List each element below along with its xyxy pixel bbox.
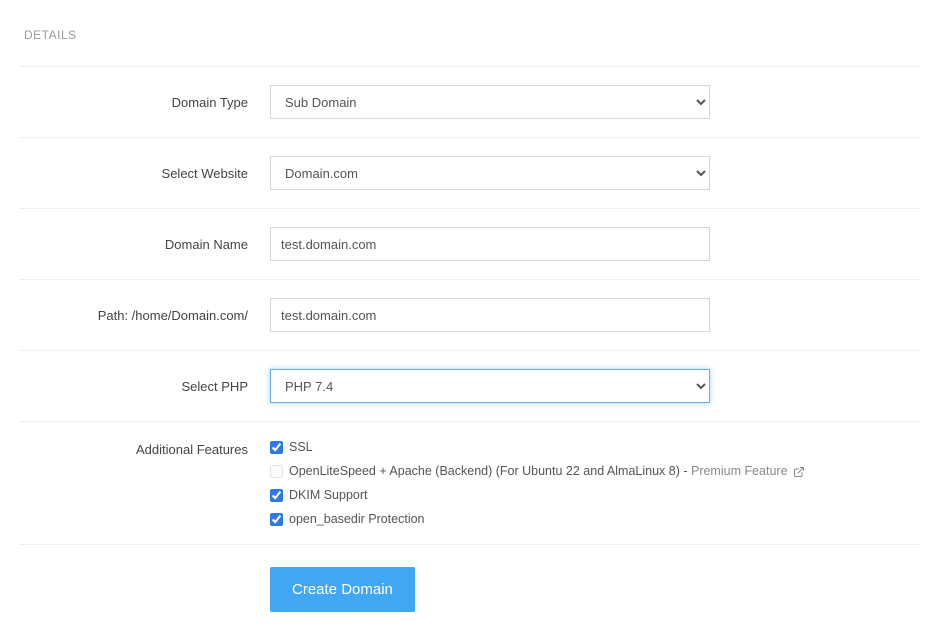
premium-feature-link[interactable]: Premium Feature xyxy=(691,464,805,478)
open-basedir-label: open_basedir Protection xyxy=(289,512,425,526)
select-website-label: Select Website xyxy=(20,166,270,181)
dkim-label: DKIM Support xyxy=(289,488,368,502)
panel-title: DETAILS xyxy=(20,10,920,66)
additional-features-label: Additional Features xyxy=(20,440,270,457)
external-link-icon xyxy=(793,466,805,478)
domain-type-label: Domain Type xyxy=(20,95,270,110)
path-label: Path: /home/Domain.com/ xyxy=(20,308,270,323)
select-php-select[interactable]: PHP 7.4 xyxy=(270,369,710,403)
ols-apache-label: OpenLiteSpeed + Apache (Backend) (For Ub… xyxy=(289,464,691,478)
ssl-checkbox[interactable] xyxy=(270,441,283,454)
ssl-label: SSL xyxy=(289,440,313,454)
select-php-label: Select PHP xyxy=(20,379,270,394)
domain-name-label: Domain Name xyxy=(20,237,270,252)
domain-type-select[interactable]: Sub Domain xyxy=(270,85,710,119)
select-website-select[interactable]: Domain.com xyxy=(270,156,710,190)
create-domain-button[interactable]: Create Domain xyxy=(270,567,415,612)
dkim-checkbox[interactable] xyxy=(270,489,283,502)
ols-apache-checkbox xyxy=(270,465,283,478)
path-input[interactable] xyxy=(270,298,710,332)
open-basedir-checkbox[interactable] xyxy=(270,513,283,526)
domain-name-input[interactable] xyxy=(270,227,710,261)
